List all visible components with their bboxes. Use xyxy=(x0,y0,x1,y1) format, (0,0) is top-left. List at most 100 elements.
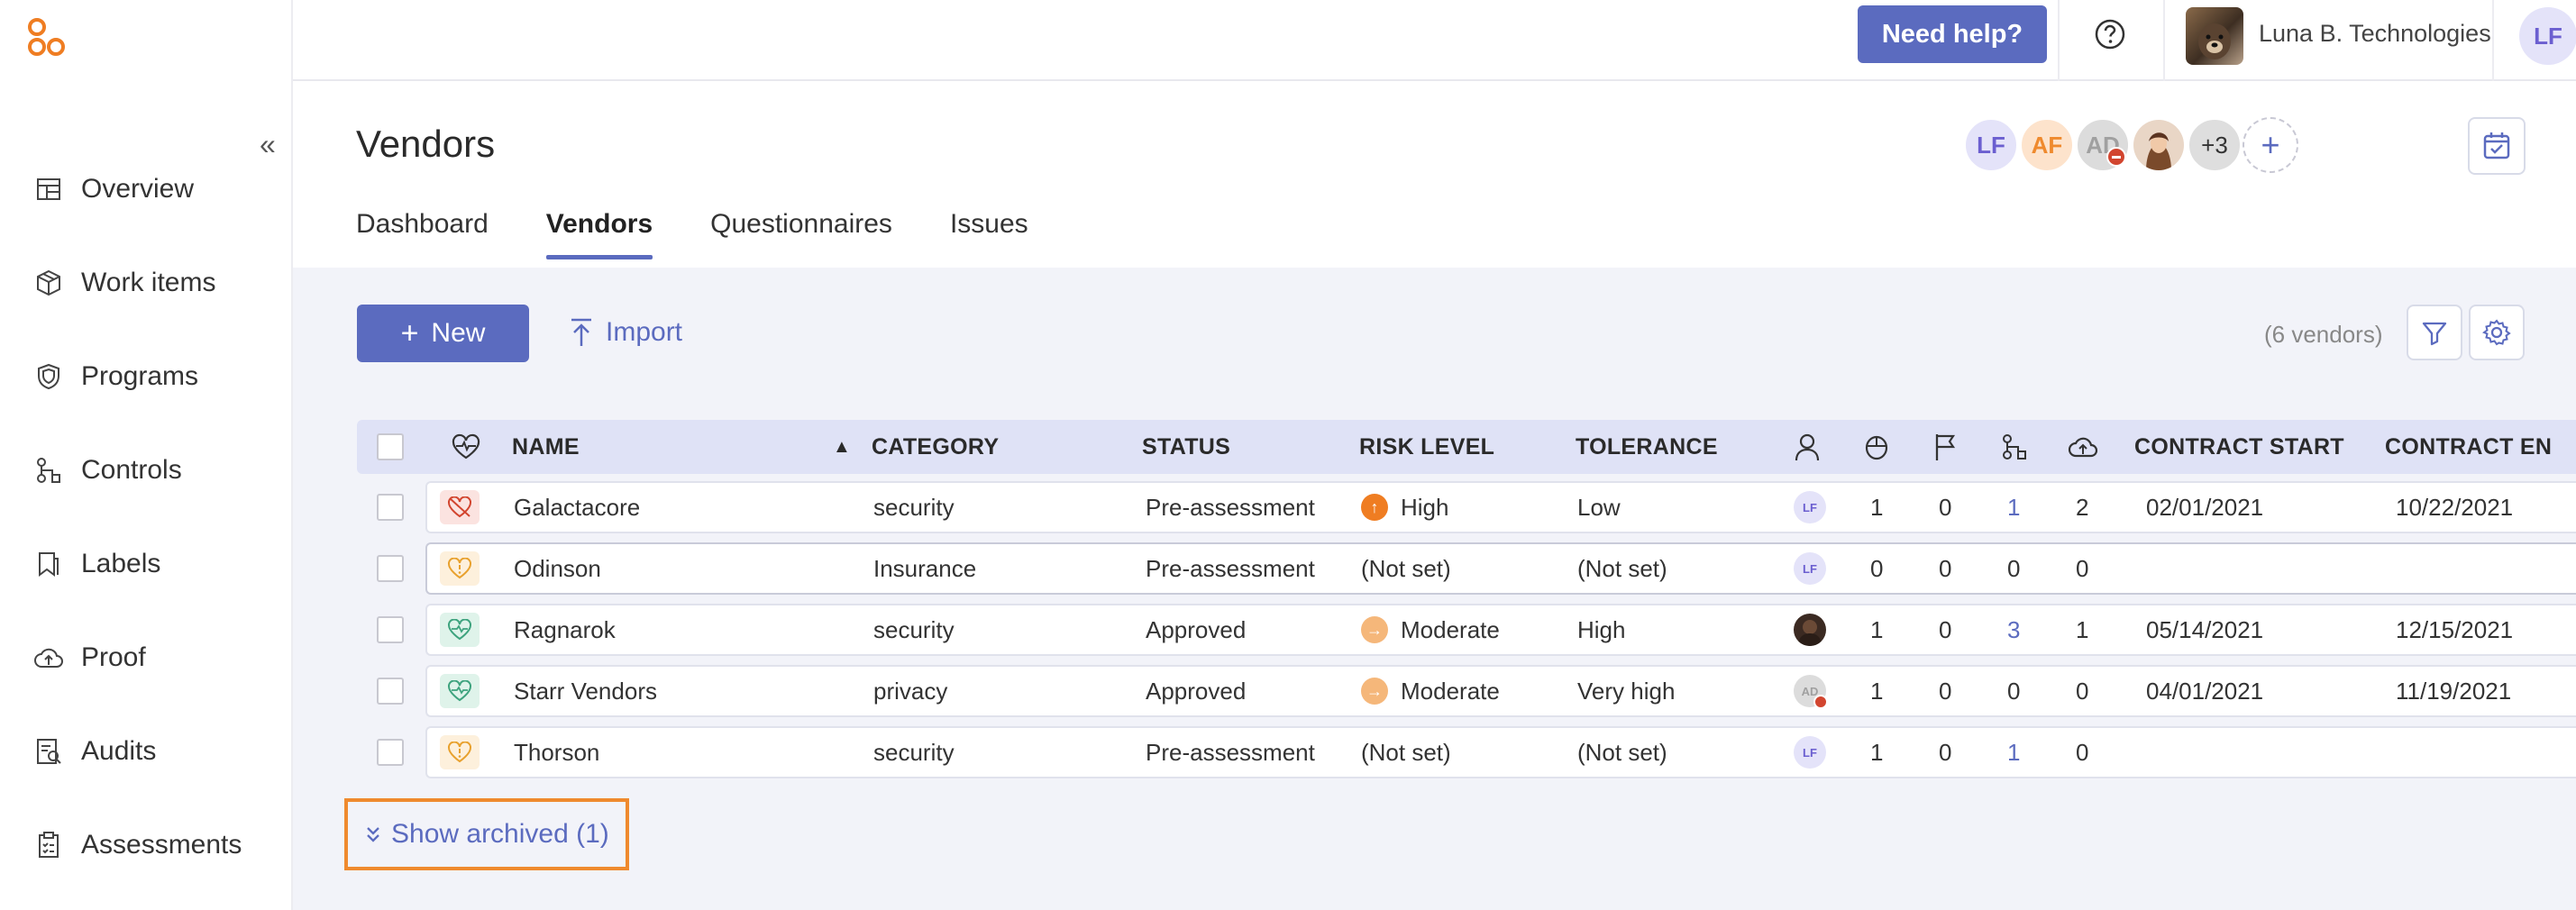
user-avatar[interactable]: LF xyxy=(2519,7,2576,65)
sidebar-item-label: Programs xyxy=(81,361,199,391)
vendor-category: security xyxy=(873,615,955,643)
show-archived-label: Show archived (1) xyxy=(391,819,609,849)
row-checkbox[interactable] xyxy=(377,739,404,766)
vendor-tolerance: Low xyxy=(1577,493,1621,521)
column-contract-start[interactable]: CONTRACT START xyxy=(2134,420,2344,474)
controls-count[interactable]: 1 xyxy=(2007,483,2020,532)
vendor-name[interactable]: Odinson xyxy=(514,544,601,593)
new-label: New xyxy=(431,318,486,348)
tab-questionnaires[interactable]: Questionnaires xyxy=(710,209,892,256)
table-row[interactable]: Starr Vendors privacy Approved → Moderate Ver… xyxy=(425,665,2576,717)
table-row[interactable]: Odinson Insurance Pre-assessment (Not set) (… xyxy=(425,542,2576,595)
vendor-name[interactable]: Starr Vendors xyxy=(514,667,657,715)
flag-column-icon[interactable] xyxy=(1933,420,1959,474)
health-icon xyxy=(440,735,480,769)
controls-count: 0 xyxy=(2007,554,2021,582)
collaborator-avatar[interactable]: LF xyxy=(1963,117,2019,173)
divider xyxy=(2163,0,2165,81)
collaborator-avatar[interactable]: AF xyxy=(2019,117,2075,173)
sidebar-item-labels[interactable]: Labels xyxy=(32,539,285,589)
column-category[interactable]: CATEGORY xyxy=(872,420,999,474)
sidebar-item-label: Labels xyxy=(81,549,161,578)
collaborator-initials: AF xyxy=(2031,131,2063,159)
column-contract-end[interactable]: CONTRACT EN xyxy=(2385,420,2552,474)
owner-column-icon[interactable] xyxy=(1794,420,1821,474)
questionnaire-count: 0 xyxy=(1870,554,1884,582)
org-avatar[interactable] xyxy=(2186,7,2243,65)
column-name[interactable]: NAME xyxy=(512,420,580,474)
flag-count: 0 xyxy=(1939,554,1952,582)
row-checkbox[interactable] xyxy=(377,555,404,582)
filter-button[interactable] xyxy=(2407,305,2462,360)
controls-count[interactable]: 1 xyxy=(2007,728,2020,777)
collapse-sidebar-icon[interactable]: « xyxy=(260,126,276,162)
filter-icon xyxy=(2421,319,2448,346)
sidebar-item-programs[interactable]: Programs xyxy=(32,351,285,402)
flag-count: 0 xyxy=(1939,738,1952,766)
vendor-owner[interactable]: AD xyxy=(1794,667,1828,715)
vendor-name[interactable]: Ragnarok xyxy=(514,605,616,654)
sidebar-item-assessments[interactable]: Assessments xyxy=(32,820,285,870)
page-title: Vendors xyxy=(356,123,496,165)
proof-count: 0 xyxy=(2076,738,2089,766)
need-help-button[interactable]: Need help? xyxy=(1858,5,2047,63)
collaborator-photo-avatar[interactable] xyxy=(2131,117,2187,173)
shield-icon xyxy=(32,360,65,393)
tab-vendors[interactable]: Vendors xyxy=(545,209,653,259)
sidebar-item-overview[interactable]: Overview xyxy=(32,164,285,214)
settings-button[interactable] xyxy=(2469,305,2525,360)
more-collaborators-badge[interactable]: +3 xyxy=(2187,117,2243,173)
sidebar-item-controls[interactable]: Controls xyxy=(32,445,285,496)
health-icon xyxy=(440,490,480,524)
app-logo[interactable] xyxy=(25,16,72,59)
column-name-label: NAME xyxy=(512,433,580,460)
box-icon xyxy=(32,267,65,299)
questionnaires-column-icon[interactable] xyxy=(1863,420,1890,474)
import-label: Import xyxy=(606,317,683,347)
vendor-name[interactable]: Galactacore xyxy=(514,483,640,532)
help-question-icon[interactable] xyxy=(2092,16,2128,52)
tab-dashboard[interactable]: Dashboard xyxy=(356,209,489,256)
sidebar-item-audits[interactable]: Audits xyxy=(32,726,285,777)
flow-icon xyxy=(32,454,65,487)
column-risk-level[interactable]: RISK LEVEL xyxy=(1359,420,1494,474)
row-checkbox[interactable] xyxy=(377,616,404,643)
select-all-checkbox[interactable] xyxy=(377,433,404,460)
vendor-owner[interactable]: LF xyxy=(1794,544,1826,593)
vendor-category: security xyxy=(873,738,955,766)
new-vendor-button[interactable]: + New xyxy=(357,305,529,362)
sidebar-item-proof[interactable]: Proof xyxy=(32,632,285,683)
health-column-icon[interactable] xyxy=(451,420,481,474)
column-status[interactable]: STATUS xyxy=(1142,420,1230,474)
vendor-name[interactable]: Thorson xyxy=(514,728,599,777)
row-checkbox[interactable] xyxy=(377,678,404,705)
proof-column-icon[interactable] xyxy=(2068,420,2098,474)
calendar-check-button[interactable] xyxy=(2468,117,2526,175)
vendor-owner[interactable]: LF xyxy=(1794,728,1826,777)
vendor-owner[interactable] xyxy=(1794,605,1826,654)
row-checkbox[interactable] xyxy=(377,494,404,521)
risk-indicator-icon: ↑ xyxy=(1361,494,1388,521)
table-row[interactable]: Ragnarok security Approved → Moderate High 1 0 3… xyxy=(425,604,2576,656)
column-tolerance[interactable]: TOLERANCE xyxy=(1576,420,1718,474)
org-name[interactable]: Luna B. Technologies xyxy=(2259,20,2491,48)
add-collaborator-button[interactable]: + xyxy=(2243,117,2298,173)
vendor-risk-level: → Moderate xyxy=(1361,605,1500,654)
vendor-category: privacy xyxy=(873,677,948,705)
collaborator-avatar[interactable]: AD xyxy=(2075,117,2131,173)
import-button[interactable]: Import xyxy=(570,317,682,348)
contract-start-date: 04/01/2021 xyxy=(2146,677,2264,705)
sidebar-item-work-items[interactable]: Work items xyxy=(32,258,285,308)
controls-count[interactable]: 3 xyxy=(2007,605,2020,654)
table-row[interactable]: Thorson security Pre-assessment (Not set) (N… xyxy=(425,726,2576,778)
vendor-owner[interactable]: LF xyxy=(1794,483,1826,532)
vendor-status: Pre-assessment xyxy=(1146,554,1315,582)
sort-ascending-icon[interactable]: ▲ xyxy=(833,420,851,474)
show-archived-button[interactable]: Show archived (1) xyxy=(344,798,629,870)
cloud-icon xyxy=(32,642,65,674)
vendor-risk-level: (Not set) xyxy=(1361,728,1451,777)
contract-end-date: 10/22/2021 xyxy=(2396,493,2514,521)
table-row[interactable]: Galactacore security Pre-assessment ↑ High Lo… xyxy=(425,481,2576,533)
controls-column-icon[interactable] xyxy=(2000,420,2029,474)
tab-issues[interactable]: Issues xyxy=(950,209,1028,256)
